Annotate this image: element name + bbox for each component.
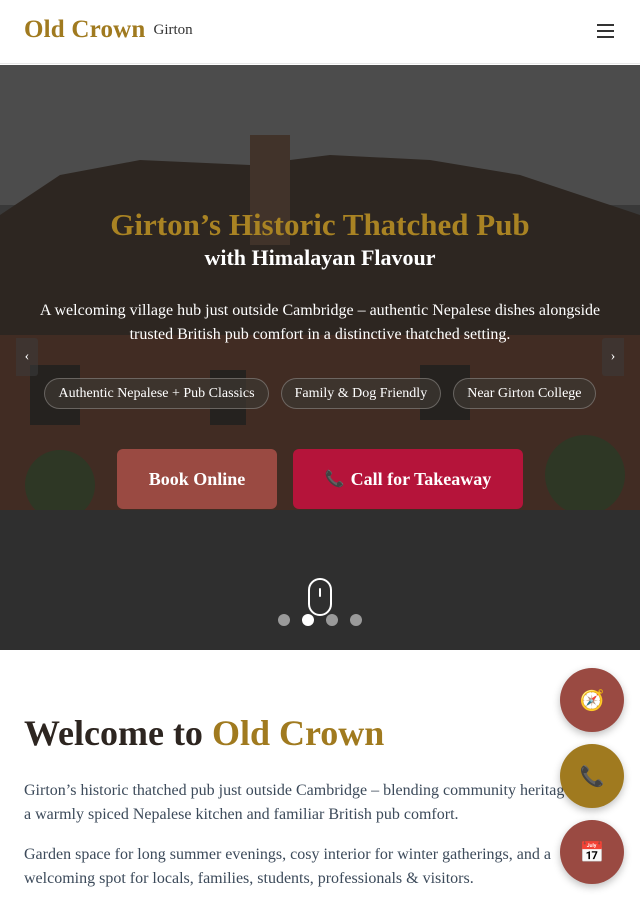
feature-pills: Authentic Nepalese + Pub Classics Family…	[0, 378, 640, 409]
call-takeaway-button[interactable]: 📞 Call for Takeaway	[293, 449, 523, 509]
calendar-icon: 📅	[579, 841, 605, 864]
welcome-paragraph-2: Garden space for long summer evenings, c…	[24, 846, 551, 887]
carousel-dot-1[interactable]	[278, 614, 290, 626]
brand-name: Old Crown	[24, 16, 146, 43]
carousel-dot-3[interactable]	[326, 614, 338, 626]
site-header: Old Crown Girton	[0, 0, 640, 64]
welcome-title-accent: Old Crown	[211, 713, 385, 753]
brand-location: Girton	[153, 22, 193, 38]
carousel-dot-2[interactable]	[302, 614, 314, 626]
carousel-next-arrow-icon[interactable]: ›	[602, 338, 624, 376]
welcome-paragraph-1: Girton’s historic thatched pub just outs…	[24, 782, 576, 823]
carousel-dots	[0, 614, 640, 626]
menu-line	[597, 30, 614, 32]
hero-cta-row: Book Online 📞 Call for Takeaway	[0, 449, 640, 509]
menu-line	[597, 36, 614, 38]
scroll-mouse-icon[interactable]	[308, 578, 332, 616]
hero-carousel: Girton’s Historic Thatched Pub with Hima…	[0, 65, 640, 650]
phone-icon: 📞	[579, 765, 605, 788]
welcome-title: Welcome to Old Crown	[24, 712, 384, 754]
directions-fab[interactable]: 🧭	[560, 668, 624, 732]
feature-pill-nepalese: Authentic Nepalese + Pub Classics	[44, 378, 269, 409]
book-online-button[interactable]: Book Online	[117, 449, 277, 509]
phone-icon: 📞	[324, 471, 345, 488]
carousel-prev-arrow-icon[interactable]: ‹	[16, 338, 38, 376]
welcome-title-prefix: Welcome to	[24, 713, 203, 753]
feature-pill-location: Near Girton College	[453, 378, 596, 409]
hero-overlay	[0, 65, 640, 650]
call-fab[interactable]: 📞	[560, 744, 624, 808]
call-takeaway-label: Call for Takeaway	[350, 468, 492, 489]
compass-icon: 🧭	[579, 689, 605, 712]
menu-line	[597, 24, 614, 26]
carousel-dot-4[interactable]	[350, 614, 362, 626]
hamburger-menu-icon[interactable]	[596, 22, 616, 40]
hero-subtitle: with Himalayan Flavour	[204, 245, 436, 270]
hero-description: A welcoming village hub just outside Cam…	[39, 302, 601, 343]
brand-logo[interactable]: Old Crown Girton	[24, 16, 193, 44]
feature-pill-family: Family & Dog Friendly	[280, 378, 442, 409]
hero-title: Girton’s Historic Thatched Pub	[110, 207, 530, 242]
booking-fab[interactable]: 📅	[560, 820, 624, 884]
